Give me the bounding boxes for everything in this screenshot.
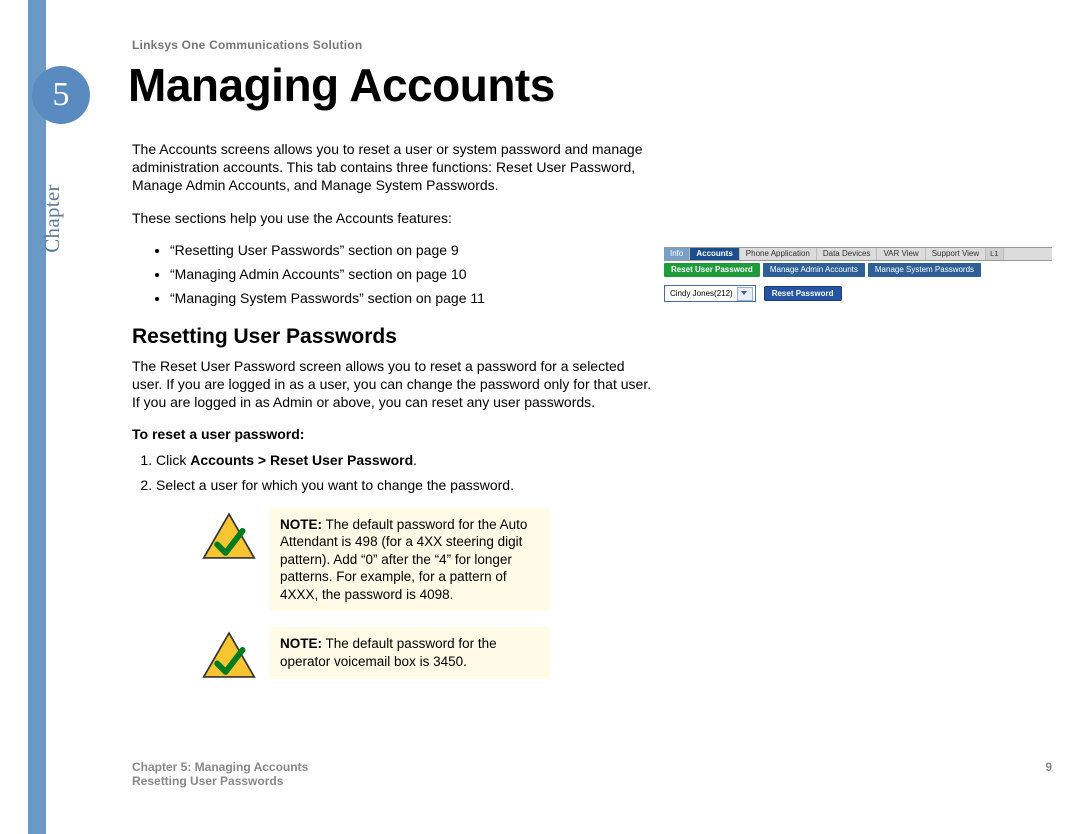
control-row: Cindy Jones(212) Reset Password (664, 285, 1052, 302)
note-text: NOTE: The default password for the opera… (270, 627, 550, 678)
tab-accounts[interactable]: Accounts (690, 248, 739, 260)
tab-support-view[interactable]: Support View (926, 248, 986, 260)
tab-lock-indicator[interactable]: L1 (986, 248, 1003, 260)
embedded-ui-screenshot: Info Accounts Phone Application Data Dev… (664, 247, 1052, 302)
note-label: NOTE: (280, 517, 322, 532)
footer-chapter-line: Chapter 5: Managing Accounts (132, 760, 1052, 774)
primary-tab-row: Info Accounts Phone Application Data Dev… (664, 247, 1052, 261)
steps-heading: To reset a user password: (132, 425, 654, 443)
page-footer: Chapter 5: Managing Accounts Resetting U… (132, 760, 1052, 788)
list-item: “Managing System Passwords” section on p… (170, 289, 654, 307)
section-heading: Resetting User Passwords (132, 323, 654, 350)
step1-bold: Accounts > Reset User Password (190, 452, 413, 468)
subtab-manage-system-passwords[interactable]: Manage System Passwords (868, 263, 981, 277)
steps-list: Click Accounts > Reset User Password. Se… (132, 451, 654, 493)
user-select-value: Cindy Jones(212) (670, 289, 733, 298)
section-body: The Reset User Password screen allows yo… (132, 357, 654, 412)
list-item: “Resetting User Passwords” section on pa… (170, 241, 654, 259)
lead-in-paragraph: These sections help you use the Accounts… (132, 209, 654, 227)
user-select[interactable]: Cindy Jones(212) (664, 285, 756, 302)
note-label: NOTE: (280, 636, 322, 651)
subtab-manage-admin-accounts[interactable]: Manage Admin Accounts (763, 263, 865, 277)
product-line-header: Linksys One Communications Solution (132, 38, 362, 52)
warning-check-icon (202, 512, 256, 564)
warning-check-icon (202, 631, 256, 683)
tab-info[interactable]: Info (664, 248, 690, 260)
reset-password-button[interactable]: Reset Password (764, 286, 842, 301)
feature-bullet-list: “Resetting User Passwords” section on pa… (132, 241, 654, 308)
step1-suffix: . (413, 452, 417, 468)
step1-prefix: Click (156, 452, 190, 468)
chapter-side-label: Chapter (40, 184, 65, 253)
secondary-tab-row: Reset User Password Manage Admin Account… (664, 263, 1052, 277)
note-block: NOTE: The default password for the Auto … (202, 508, 602, 612)
note-text: NOTE: The default password for the Auto … (270, 508, 550, 612)
list-item: Click Accounts > Reset User Password. (156, 451, 654, 469)
subtab-reset-user-password[interactable]: Reset User Password (664, 263, 760, 277)
page-title: Managing Accounts (128, 58, 555, 112)
body-content: The Accounts screens allows you to reset… (132, 140, 654, 700)
tab-var-view[interactable]: VAR View (877, 248, 925, 260)
list-item: “Managing Admin Accounts” section on pag… (170, 265, 654, 283)
list-item: Select a user for which you want to chan… (156, 476, 654, 494)
chapter-number-badge: 5 (32, 66, 90, 124)
note-block: NOTE: The default password for the opera… (202, 627, 602, 683)
footer-section-line: Resetting User Passwords (132, 774, 1052, 788)
intro-paragraph: The Accounts screens allows you to reset… (132, 140, 654, 195)
tab-data-devices[interactable]: Data Devices (817, 248, 878, 260)
tab-phone-application[interactable]: Phone Application (740, 248, 817, 260)
page-number: 9 (1045, 760, 1052, 774)
left-accent-bar: Chapter (28, 0, 46, 834)
chevron-down-icon (737, 287, 753, 301)
